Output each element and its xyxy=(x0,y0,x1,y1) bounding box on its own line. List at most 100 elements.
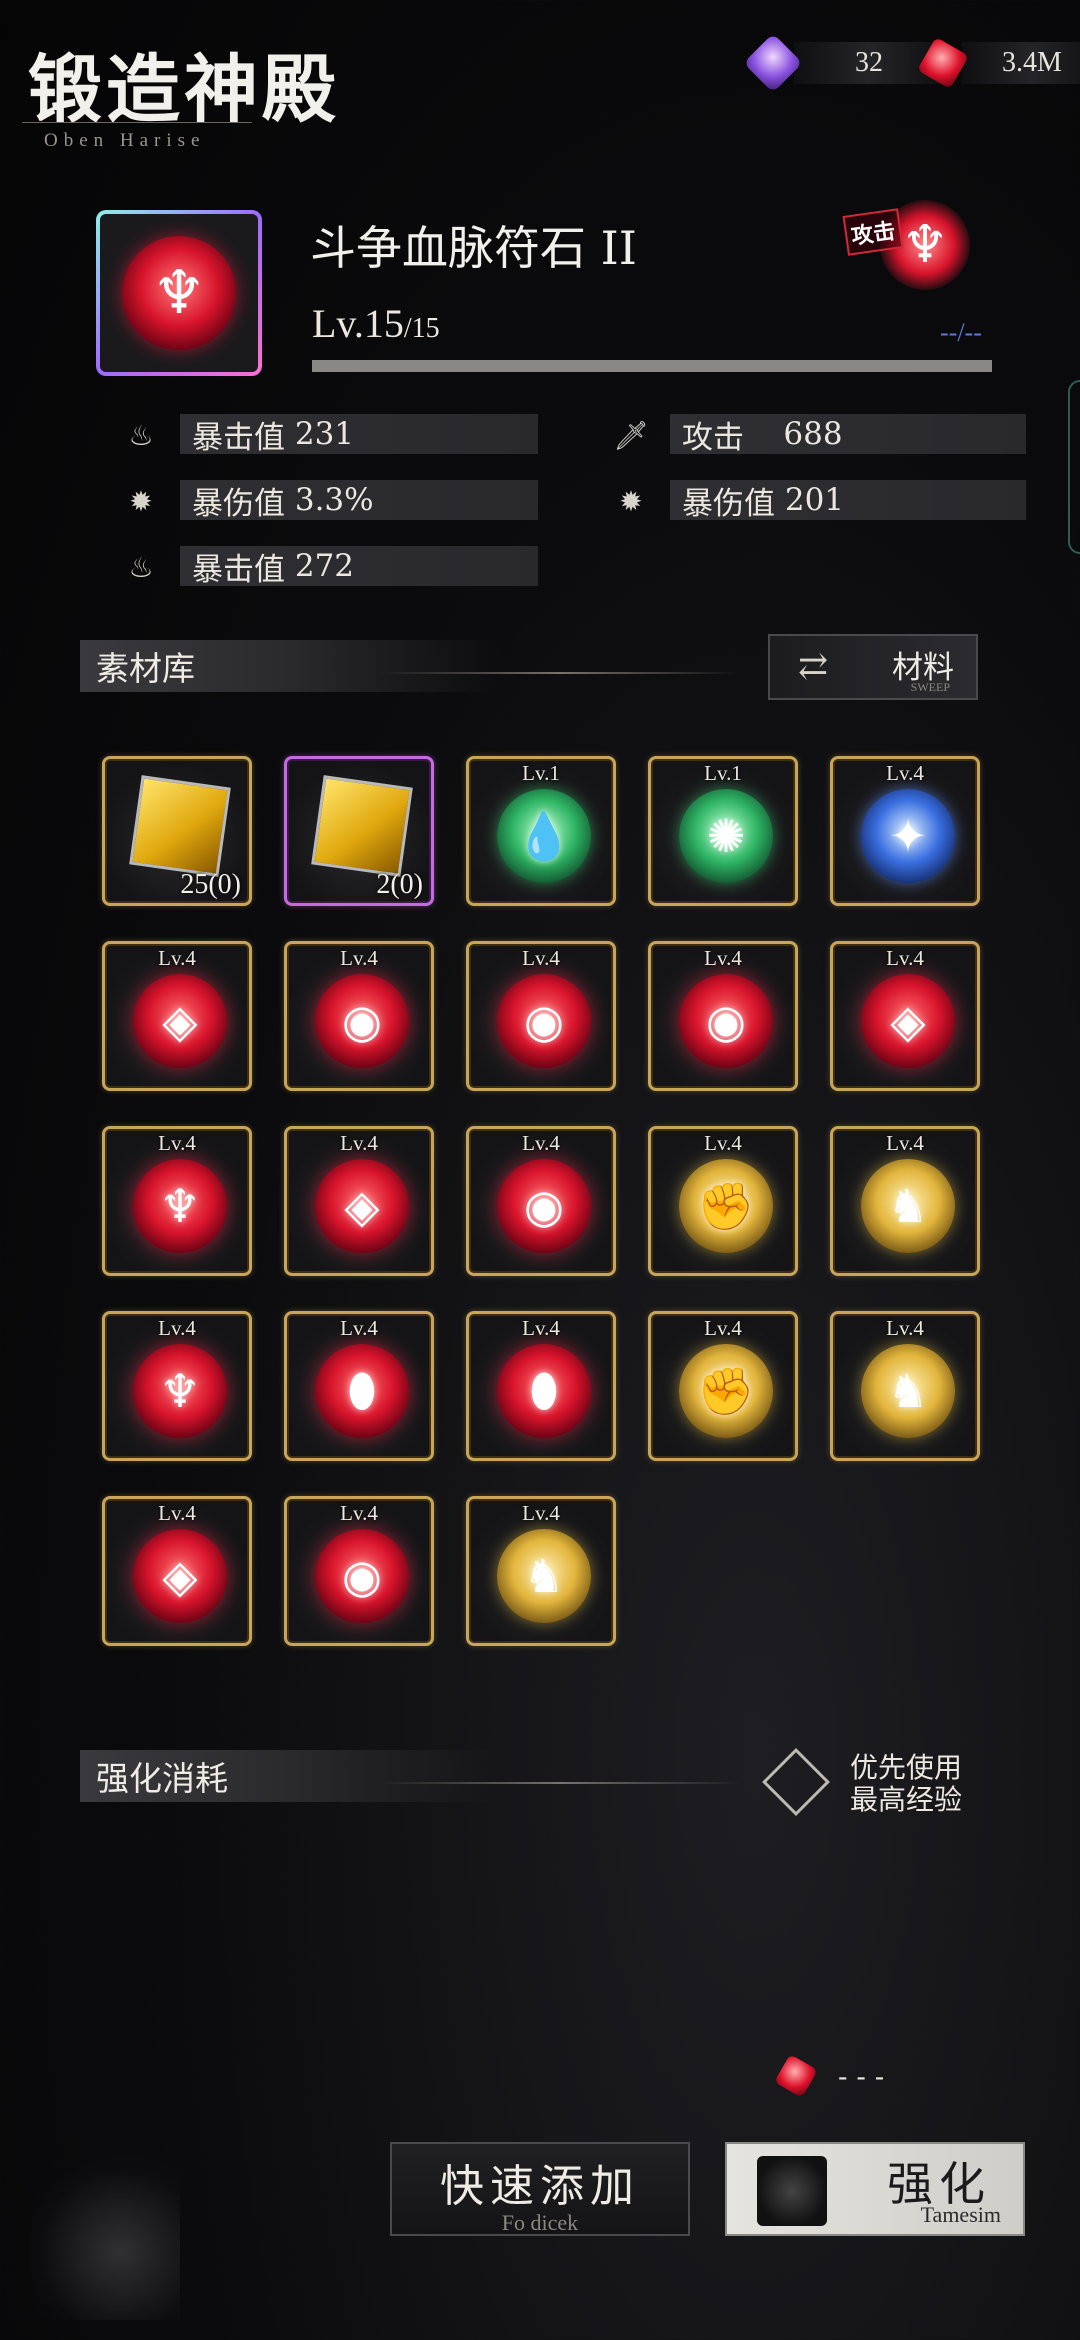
stat-row: 暴击值 272 xyxy=(180,546,538,588)
material-level: Lv.4 xyxy=(522,1131,560,1155)
material-slot[interactable]: ♆ Lv.4 xyxy=(102,1126,252,1276)
exp-bar-fill xyxy=(312,360,992,372)
exp-text: --/-- xyxy=(940,318,982,347)
material-level: Lv.1 xyxy=(522,761,560,785)
material-count: 25(0) xyxy=(180,869,241,900)
material-slot[interactable]: ◈ Lv.4 xyxy=(830,941,980,1091)
stat-value: 688 xyxy=(783,416,843,452)
enhance-button[interactable]: 强化 Tamesim xyxy=(725,2142,1025,2236)
swap-arrows-icon: ⇄ xyxy=(798,646,829,687)
material-level: Lv.4 xyxy=(158,1131,196,1155)
rune-symbol-icon: ♞ xyxy=(523,1549,565,1603)
material-slot[interactable]: ✦ Lv.4 xyxy=(830,756,980,906)
rune-symbol-icon: ♞ xyxy=(887,1179,929,1233)
materials-section-header: 素材库 xyxy=(80,640,500,692)
material-slot[interactable]: ◈ Lv.4 xyxy=(102,1496,252,1646)
stat-label: 暴击值 xyxy=(192,419,285,456)
section-divider xyxy=(380,1782,740,1784)
material-slot[interactable]: ⬮ Lv.4 xyxy=(466,1311,616,1461)
currency-red[interactable]: 3.4M xyxy=(917,37,1080,89)
material-slot[interactable]: ♞ Lv.4 xyxy=(466,1496,616,1646)
crit-damage-icon: ✹ xyxy=(619,484,643,518)
priority-exp-label[interactable]: 优先使用 最高经验 xyxy=(850,1752,962,1816)
material-level: Lv.4 xyxy=(522,1316,560,1340)
stat-label: 暴击值 xyxy=(192,551,285,588)
material-slot[interactable]: ◈ Lv.4 xyxy=(102,941,252,1091)
material-slot[interactable]: ♆ Lv.4 xyxy=(102,1311,252,1461)
rune-symbol-icon: ✺ xyxy=(706,809,746,863)
rune-symbol-icon: ◉ xyxy=(523,994,565,1048)
rune-symbol-icon: ⬮ xyxy=(529,1363,559,1417)
exp-cube-icon xyxy=(311,775,413,877)
stat-row: 暴伤值 201 xyxy=(670,480,1026,522)
material-level: Lv.4 xyxy=(886,761,924,785)
cost-value: - - - xyxy=(838,2059,885,2093)
rune-symbol-icon: ♞ xyxy=(887,1364,929,1418)
material-slot[interactable]: ◉ Lv.4 xyxy=(648,941,798,1091)
rune-symbol-icon: ◉ xyxy=(523,1179,565,1233)
crit-rate-icon: ♨ xyxy=(128,418,154,452)
rune-symbol-icon: ♆ xyxy=(159,1179,201,1233)
material-slot[interactable]: ✊ Lv.4 xyxy=(648,1311,798,1461)
material-slot[interactable]: ⬮ Lv.4 xyxy=(284,1311,434,1461)
currency-purple-value: 32 xyxy=(855,47,883,78)
material-level: Lv.4 xyxy=(158,1316,196,1340)
material-level: Lv.4 xyxy=(522,946,560,970)
rune-symbol-icon: ✦ xyxy=(888,809,928,863)
material-level: Lv.4 xyxy=(886,1316,924,1340)
material-level: Lv.4 xyxy=(704,946,742,970)
material-level: Lv.1 xyxy=(704,761,742,785)
anvil-icon xyxy=(757,2156,827,2226)
rune-symbol-icon: 💧 xyxy=(515,808,573,863)
attack-type-tag: 攻击 xyxy=(842,208,904,256)
crit-damage-icon: ✹ xyxy=(129,484,153,518)
enhance-sub: Tamesim xyxy=(920,2202,1001,2227)
rose-decoration-icon xyxy=(30,2150,180,2320)
material-slot[interactable]: ✺ Lv.1 xyxy=(648,756,798,906)
page-subtitle: Oben Harise xyxy=(44,130,206,151)
material-slot[interactable]: 25(0) xyxy=(102,756,252,906)
rune-symbol-icon: ◈ xyxy=(344,1179,380,1233)
material-slot[interactable]: ♞ Lv.4 xyxy=(830,1126,980,1276)
quick-add-label: 快速添加 xyxy=(440,2161,640,2212)
stat-value: 3.3% xyxy=(294,482,374,518)
crit-rate-icon: ♨ xyxy=(128,550,154,584)
rune-symbol-icon: ◈ xyxy=(890,994,926,1048)
item-portrait[interactable]: ♆ xyxy=(96,210,262,376)
exp-bar xyxy=(312,360,992,372)
material-level: Lv.4 xyxy=(158,1501,196,1525)
material-slot[interactable]: ◉ Lv.4 xyxy=(466,941,616,1091)
quick-add-button[interactable]: 快速添加 Fo dicek xyxy=(390,2142,690,2236)
page-title: 锻造神殿 xyxy=(28,47,340,133)
priority-exp-label-line1: 优先使用 xyxy=(850,1751,963,1784)
materials-section-title: 素材库 xyxy=(96,649,195,688)
priority-exp-checkbox[interactable] xyxy=(762,1748,830,1816)
enhance-cost: - - - xyxy=(774,2052,885,2100)
material-slot[interactable]: 💧 Lv.1 xyxy=(466,756,616,906)
material-slot[interactable]: ◉ Lv.4 xyxy=(466,1126,616,1276)
materials-button-sub: SWEEP xyxy=(910,680,950,694)
currency-red-value: 3.4M xyxy=(1002,47,1062,78)
material-slot[interactable]: ◈ Lv.4 xyxy=(284,1126,434,1276)
material-level: Lv.4 xyxy=(886,946,924,970)
priority-exp-label-line2: 最高经验 xyxy=(850,1783,963,1816)
stat-value: 231 xyxy=(294,416,355,452)
currency-purple[interactable]: 32 xyxy=(743,33,944,93)
rune-symbol-icon: ✊ xyxy=(697,1178,755,1233)
material-slot[interactable]: ✊ Lv.4 xyxy=(648,1126,798,1276)
stat-label: 暴伤值 xyxy=(192,485,285,522)
material-slot[interactable]: 2(0) xyxy=(284,756,434,906)
quick-add-sub: Fo dicek xyxy=(501,2210,579,2235)
material-slot[interactable]: ◉ Lv.4 xyxy=(284,1496,434,1646)
rune-symbol-icon: ◈ xyxy=(162,1549,198,1603)
red-crystal-icon xyxy=(774,2054,818,2098)
material-slot[interactable]: ♞ Lv.4 xyxy=(830,1311,980,1461)
material-level: Lv.4 xyxy=(158,946,196,970)
material-slot[interactable]: ◉ Lv.4 xyxy=(284,941,434,1091)
cost-section-header: 强化消耗 xyxy=(80,1750,500,1802)
side-panel-tab[interactable] xyxy=(1068,380,1080,554)
stat-label: 攻击 xyxy=(682,419,744,456)
material-level: Lv.4 xyxy=(340,1316,378,1340)
materials-sweep-button[interactable]: ⇄ 材料 SWEEP xyxy=(768,634,978,700)
section-divider xyxy=(380,672,740,674)
